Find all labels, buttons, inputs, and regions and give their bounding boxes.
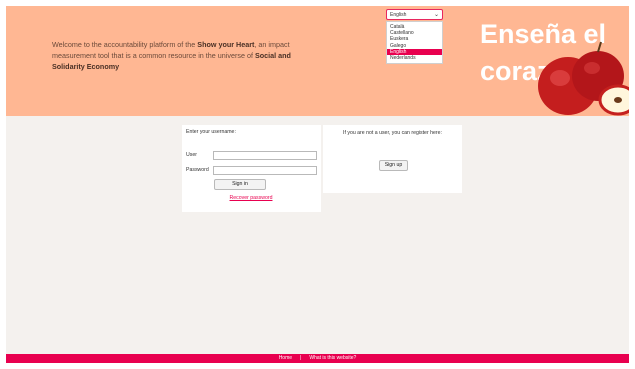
password-input[interactable] [213, 166, 317, 175]
welcome-text: Welcome to the accountability platform o… [52, 39, 292, 72]
page-frame: Welcome to the accountability platform o… [6, 6, 629, 363]
recover-password-link[interactable]: Recover password [219, 195, 283, 201]
footer-home-link[interactable]: Home [279, 355, 292, 361]
register-prompt: If you are not a user, you can register … [343, 130, 442, 136]
login-title: Enter your username: [186, 129, 236, 135]
language-dropdown-list: Català Castellano Euskera Galego English… [386, 21, 443, 65]
chevron-down-icon: ⌄ [433, 12, 439, 18]
footer-separator: | [300, 355, 302, 361]
username-input[interactable] [213, 151, 317, 160]
apples-illustration [538, 41, 629, 116]
footer-about-link[interactable]: What is this website? [309, 355, 356, 361]
language-option-nederlands[interactable]: Nederlands [387, 55, 442, 61]
welcome-part1: Welcome to the accountability platform o… [52, 40, 198, 49]
user-label: User [186, 152, 197, 158]
header-banner: Welcome to the accountability platform o… [6, 6, 629, 116]
language-selected-value: English [390, 12, 407, 18]
footer-bar: Home | What is this website? [6, 354, 629, 363]
welcome-show-your-heart: Show your Heart [197, 40, 255, 49]
language-select[interactable]: English ⌄ [386, 9, 443, 20]
sign-in-button[interactable]: Sign in [214, 179, 266, 190]
sign-up-button[interactable]: Sign up [379, 160, 408, 171]
register-panel: If you are not a user, you can register … [323, 125, 462, 193]
password-label: Password [186, 167, 209, 173]
login-panel: Enter your username: User Password Sign … [182, 125, 321, 212]
